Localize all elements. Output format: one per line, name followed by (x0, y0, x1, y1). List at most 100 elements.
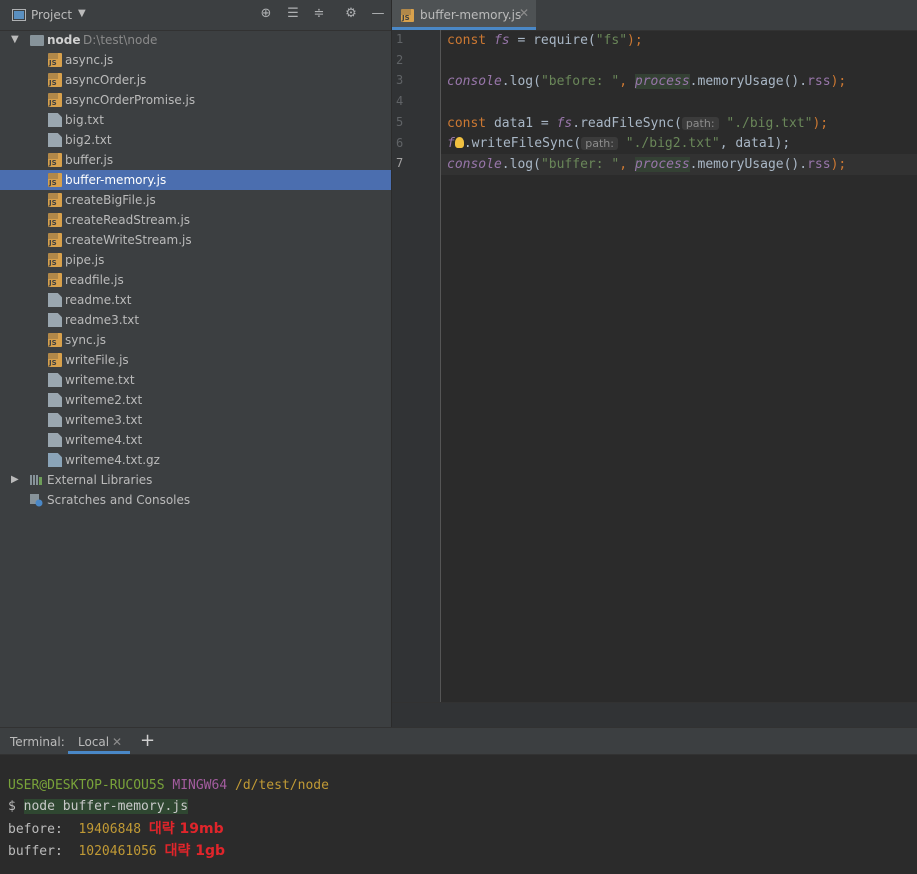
collapse-all-icon[interactable]: ≑ (311, 6, 327, 22)
library-icon (30, 475, 42, 485)
hide-icon[interactable]: — (370, 6, 386, 22)
tree-file-item[interactable]: readme.txt (0, 290, 391, 310)
lightbulb-icon[interactable] (454, 137, 464, 148)
add-terminal-icon[interactable]: + (140, 730, 155, 751)
tree-file-item[interactable]: createReadStream.js (0, 210, 391, 230)
folder-icon (30, 35, 44, 46)
tree-file-item[interactable]: pipe.js (0, 250, 391, 270)
close-icon[interactable]: ✕ (112, 735, 122, 749)
tree-file-item[interactable]: readme3.txt (0, 310, 391, 330)
annotation-1gb: 대략 1gb (164, 843, 225, 859)
text-file-icon (48, 133, 62, 147)
line-number: 1 (396, 32, 404, 46)
file-name: pipe.js (65, 253, 105, 267)
file-name: writeme2.txt (65, 393, 143, 407)
text-file-icon (48, 113, 62, 127)
chevron-down-icon[interactable]: ▼ (78, 8, 86, 19)
scratches-label: Scratches and Consoles (47, 493, 191, 507)
tree-file-item[interactable]: writeme4.txt (0, 430, 391, 450)
chevron-down-icon[interactable]: ▼ (11, 30, 19, 50)
text-file-icon (48, 393, 62, 407)
file-name: createBigFile.js (65, 193, 156, 207)
expand-all-icon[interactable]: ☰ (285, 6, 301, 22)
tree-file-item[interactable]: writeme4.txt.gz (0, 450, 391, 470)
tree-file-item[interactable]: createWriteStream.js (0, 230, 391, 250)
terminal-tab-label: Local (78, 735, 110, 749)
locate-icon[interactable]: ⊕ (258, 6, 274, 22)
text-file-icon (48, 413, 62, 427)
gear-icon[interactable]: ⚙ (343, 6, 359, 22)
editor: buffer-memory.js ✕ 1 2 3 4 5 6 7 const fs = re… (392, 0, 917, 728)
js-file-icon (48, 273, 62, 287)
tree-file-item[interactable]: asyncOrderPromise.js (0, 90, 391, 110)
file-name: createReadStream.js (65, 213, 191, 227)
line-number: 4 (396, 94, 404, 109)
tree-file-item[interactable]: buffer-memory.js (0, 170, 391, 190)
js-file-icon (48, 253, 62, 267)
js-file-icon (401, 9, 414, 22)
js-file-icon (48, 333, 62, 347)
tree-file-item[interactable]: writeme3.txt (0, 410, 391, 430)
line-number: 3 (396, 73, 404, 88)
terminal-tab-local[interactable]: Local ✕ (68, 728, 130, 754)
param-hint: path: (581, 137, 618, 150)
external-libraries-label: External Libraries (47, 473, 153, 487)
terminal-output-before: before: 19406848 대략 19mb (8, 821, 224, 837)
tree-file-item[interactable]: sync.js (0, 330, 391, 350)
terminal-label: Terminal: (10, 735, 65, 749)
tree-file-item[interactable]: readfile.js (0, 270, 391, 290)
tree-file-item[interactable]: big2.txt (0, 130, 391, 150)
tree-file-item[interactable]: writeme.txt (0, 370, 391, 390)
root-folder-name: node (47, 33, 81, 47)
annotation-19mb: 대략 19mb (148, 821, 224, 837)
terminal-scrollbar[interactable] (909, 755, 917, 874)
js-file-icon (48, 153, 62, 167)
tree-root-node[interactable]: ▼ node D:\test\node (0, 30, 391, 50)
file-name: writeme3.txt (65, 413, 143, 427)
text-file-icon (48, 433, 62, 447)
code-area[interactable]: const fs = require("fs"); console.log("b… (441, 30, 917, 702)
terminal-panel: Terminal: Local ✕ + USER@DESKTOP-RUCOU5S… (0, 727, 917, 874)
tree-file-item[interactable]: big.txt (0, 110, 391, 130)
project-header: Project ▼ ⊕ ☰ ≑ ⚙ — (0, 0, 391, 31)
tree-file-item[interactable]: async.js (0, 50, 391, 70)
tree-file-item[interactable]: writeme2.txt (0, 390, 391, 410)
chevron-right-icon[interactable]: ▶ (11, 470, 19, 490)
js-file-icon (48, 53, 62, 67)
root-folder-path: D:\test\node (83, 33, 158, 47)
file-name: writeme4.txt.gz (65, 453, 160, 467)
tree-file-item[interactable]: asyncOrder.js (0, 70, 391, 90)
close-icon[interactable]: ✕ (519, 6, 529, 20)
js-file-icon (48, 73, 62, 87)
line-gutter: 1 2 3 4 5 6 7 (392, 30, 441, 702)
js-file-icon (48, 233, 62, 247)
tree-file-item[interactable]: buffer.js (0, 150, 391, 170)
terminal-command-line[interactable]: $ node buffer-memory.js (8, 797, 189, 817)
terminal-header: Terminal: Local ✕ + (0, 728, 917, 755)
file-name: writeFile.js (65, 353, 129, 367)
js-file-icon (48, 173, 62, 187)
text-file-icon (48, 313, 62, 327)
tab-buffer-memory[interactable]: buffer-memory.js ✕ (392, 0, 536, 30)
file-name: async.js (65, 53, 114, 67)
tree-external-libraries[interactable]: ▶ External Libraries (0, 470, 391, 490)
tab-label: buffer-memory.js (420, 8, 522, 22)
tree-scratches[interactable]: Scratches and Consoles (0, 490, 391, 510)
tree-file-item[interactable]: writeFile.js (0, 350, 391, 370)
file-name: big2.txt (65, 133, 112, 147)
editor-tabs: buffer-memory.js ✕ (392, 0, 917, 31)
scratches-icon (30, 494, 43, 507)
project-view-icon[interactable] (12, 9, 26, 21)
line-number: 5 (396, 114, 404, 129)
project-title[interactable]: Project (31, 8, 72, 22)
js-file-icon (48, 193, 62, 207)
line-number: 2 (396, 52, 404, 67)
file-name: readme3.txt (65, 313, 140, 327)
editor-breadcrumb-bar (392, 702, 917, 728)
file-name: asyncOrderPromise.js (65, 93, 196, 107)
tree-file-item[interactable]: createBigFile.js (0, 190, 391, 210)
archive-file-icon (48, 453, 62, 467)
file-name: readme.txt (65, 293, 132, 307)
file-name: sync.js (65, 333, 106, 347)
file-name: readfile.js (65, 273, 124, 287)
